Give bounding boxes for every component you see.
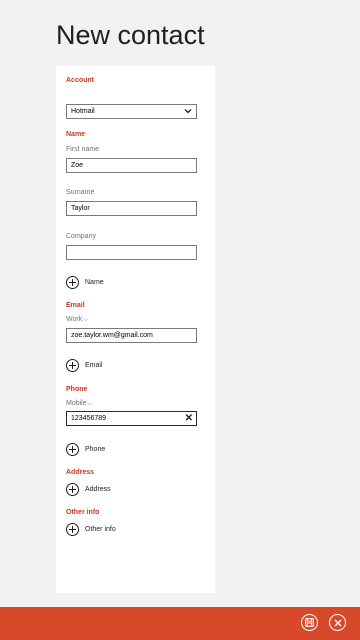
add-other-info-label: Other info (85, 525, 116, 533)
add-phone-label: Phone (85, 445, 106, 453)
name-section-header: Name (66, 131, 86, 138)
clear-icon[interactable]: ✕ (185, 412, 193, 425)
add-name-label: Name (85, 278, 104, 286)
add-address-button[interactable]: Address (66, 482, 111, 496)
add-icon (66, 275, 79, 289)
phone-field[interactable]: 123456789 ✕ (66, 411, 197, 426)
email-type-label: Work (66, 316, 83, 323)
phone-value: 123456789 (71, 415, 107, 422)
phone-type-label: Mobile (66, 400, 87, 407)
account-section-header: Account (66, 77, 94, 84)
cancel-icon (334, 619, 341, 626)
add-icon (66, 522, 79, 536)
company-field[interactable] (66, 245, 197, 260)
account-selected-value: Hotmail (71, 108, 95, 115)
email-type-dropdown[interactable]: Work⌵ (66, 316, 88, 324)
chevron-down-icon: ⌵ (87, 401, 93, 407)
add-icon (66, 482, 79, 496)
other-info-section-header: Other info (66, 509, 100, 516)
add-address-label: Address (85, 485, 111, 493)
email-value: zoe.taylor.wm@gmail.com (71, 332, 153, 339)
first-name-value: Zoe (71, 162, 84, 169)
surname-field[interactable]: Taylor (66, 201, 197, 216)
first-name-label: First name (66, 146, 100, 153)
chevron-down-icon (184, 109, 192, 114)
save-icon (305, 618, 314, 627)
add-icon (66, 442, 79, 456)
phone-type-dropdown[interactable]: Mobile⌵ (66, 400, 92, 408)
address-section-header: Address (66, 469, 95, 476)
add-phone-button[interactable]: Phone (66, 442, 105, 456)
page-title: New contact (56, 20, 205, 50)
save-button[interactable] (301, 614, 318, 631)
phone-section-header: Phone (66, 386, 88, 393)
email-section-header: Email (66, 302, 85, 309)
add-name-button[interactable]: Name (66, 275, 104, 289)
first-name-field[interactable]: Zoe (66, 158, 197, 173)
add-email-button[interactable]: Email (66, 358, 103, 372)
add-other-info-button[interactable]: Other info (66, 522, 116, 536)
company-label: Company (66, 233, 96, 240)
surname-label: Surname (66, 189, 95, 196)
email-field[interactable]: zoe.taylor.wm@gmail.com (66, 328, 197, 343)
add-icon (66, 358, 79, 372)
chevron-down-icon: ⌵ (83, 317, 88, 323)
contact-form-panel: Account Hotmail Name First name Zoe Surn… (56, 66, 215, 593)
app-bar (0, 607, 360, 640)
cancel-button[interactable] (329, 614, 346, 631)
account-select[interactable]: Hotmail (66, 104, 197, 119)
add-email-label: Email (85, 361, 103, 369)
surname-value: Taylor (71, 205, 90, 212)
